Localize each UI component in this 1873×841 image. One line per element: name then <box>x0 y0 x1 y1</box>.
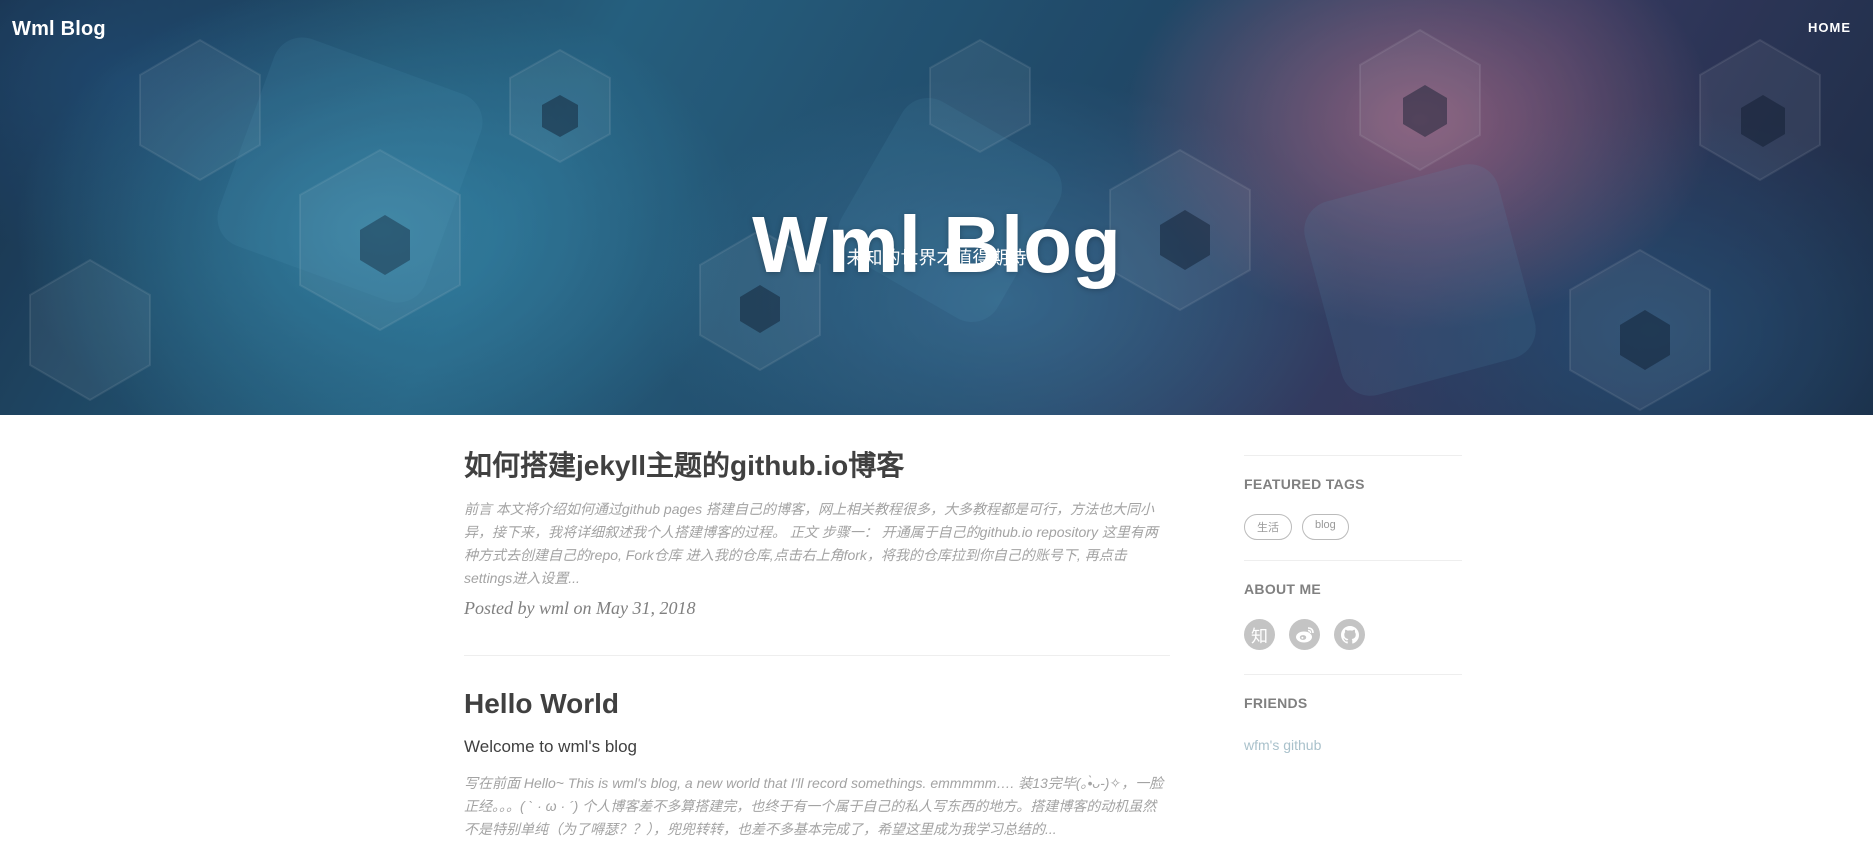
friend-link[interactable]: wfm's github <box>1244 737 1462 753</box>
weibo-glyph <box>1295 626 1314 642</box>
post-subtitle: Welcome to wml's blog <box>464 737 637 756</box>
featured-tags-list: 生活 blog <box>1244 514 1462 560</box>
site-subtitle: 未知的世界才值得期待 <box>846 248 1027 268</box>
friends-heading: FRIENDS <box>1244 695 1308 711</box>
about-me-heading: ABOUT ME <box>1244 581 1322 597</box>
tag-blog[interactable]: blog <box>1302 514 1349 540</box>
post-list: 如何搭建jekyll主题的github.io博客 前言 本文将介绍如何通过git… <box>464 448 1170 841</box>
weibo-icon[interactable] <box>1289 619 1320 650</box>
navbar-brand-link[interactable]: Wml Blog <box>12 18 106 41</box>
post-title-link[interactable]: 如何搭建jekyll主题的github.io博客 <box>464 448 1170 484</box>
post-divider <box>464 655 1170 656</box>
nav-home-link[interactable]: HOME <box>1808 20 1851 35</box>
post-preview[interactable]: Hello World Welcome to wml's blog 写在前面 H… <box>464 686 1170 841</box>
post-meta: Posted by wml on May 31, 2018 <box>464 598 696 618</box>
featured-tags-heading: FEATURED TAGS <box>1244 476 1365 492</box>
post-title-link[interactable]: Hello World <box>464 686 1170 722</box>
post-preview[interactable]: 如何搭建jekyll主题的github.io博客 前言 本文将介绍如何通过git… <box>464 448 1170 619</box>
post-excerpt: 前言 本文将介绍如何通过github pages 搭建自己的博客，网上相关教程很… <box>464 501 1158 586</box>
github-icon[interactable] <box>1334 619 1365 650</box>
social-links: 知 <box>1244 619 1462 674</box>
github-glyph <box>1340 625 1359 644</box>
zhihu-glyph: 知 <box>1251 627 1268 647</box>
zhihu-icon[interactable]: 知 <box>1244 619 1275 650</box>
sidebar: FEATURED TAGS 生活 blog ABOUT ME 知 FRIENDS… <box>1244 455 1462 753</box>
post-excerpt: 写在前面 Hello~ This is wml's blog, a new wo… <box>464 775 1164 837</box>
hero-header: Wml Blog HOME Wml Blog 未知的世界才值得期待 <box>0 0 1873 415</box>
tag-life[interactable]: 生活 <box>1244 514 1292 540</box>
